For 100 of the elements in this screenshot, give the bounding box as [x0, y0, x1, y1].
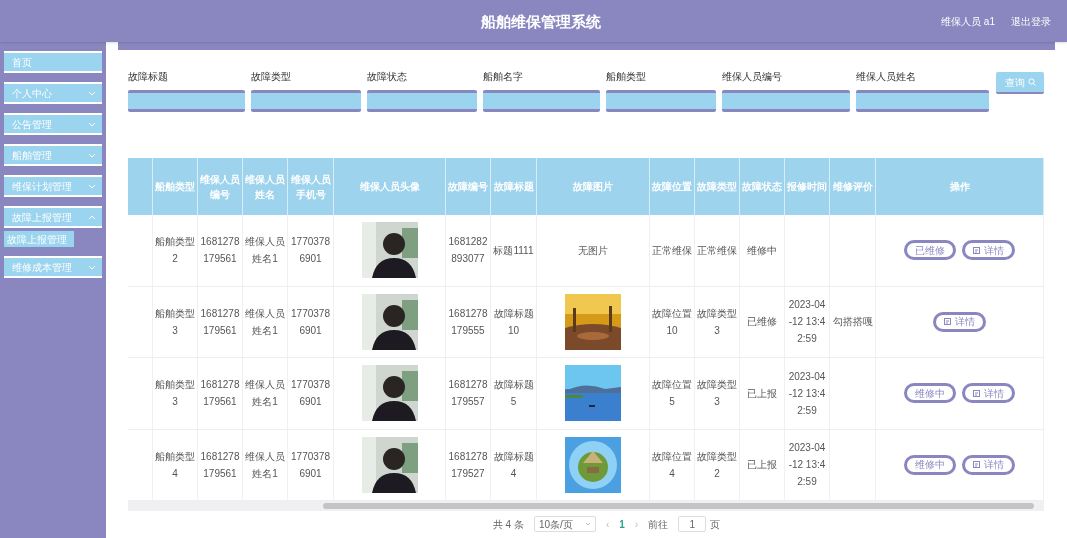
table-cell-text: 2023-04-12 13:42:59	[787, 441, 827, 490]
logout-link[interactable]: 退出登录	[1011, 13, 1051, 29]
prev-page-button[interactable]: ‹	[605, 516, 610, 532]
table-cell-text: 2023-04-12 13:42:59	[787, 369, 827, 418]
chevron-icon	[88, 152, 96, 158]
sidebar-item[interactable]: 个人中心	[4, 82, 102, 104]
table-cell-text: 已上报	[747, 386, 777, 401]
table-cell-text: 1681278179561	[200, 449, 240, 481]
document-icon	[944, 318, 951, 326]
page-input[interactable]: 1	[678, 516, 707, 532]
chevron-icon	[88, 183, 96, 189]
column-header: 故障位置	[652, 180, 692, 194]
field-label: 维保人员姓名	[856, 70, 917, 84]
table-cell-text: 无图片	[578, 243, 608, 258]
table-cell-text: 维保人员姓名1	[245, 449, 285, 481]
table-cell-text: 故障位置10	[652, 306, 692, 338]
table-cell-text: 船舶类型2	[155, 235, 195, 267]
status-button[interactable]: 维修中	[904, 454, 956, 475]
chevron-icon	[584, 522, 591, 526]
table-cell-text: 已维修	[747, 315, 777, 330]
search-button[interactable]: 查询	[996, 72, 1044, 94]
table-cell-text: 17703786901	[290, 306, 331, 338]
page-number[interactable]: 1	[619, 516, 625, 532]
input-field[interactable]	[128, 90, 245, 112]
column-header: 故障编号	[448, 180, 488, 194]
page-size-select[interactable]: 10条/页	[533, 516, 596, 532]
column-header: 故障图片	[573, 180, 613, 194]
column-header: 操作	[949, 180, 970, 194]
column-header: 维保人员头像	[359, 180, 420, 194]
table-cell-text: 维保人员姓名1	[245, 235, 285, 267]
search-icon	[1027, 78, 1036, 86]
table-cell-text: 维保人员姓名1	[245, 378, 285, 410]
table-cell-text: 正常维保	[652, 243, 692, 258]
chevron-icon	[88, 90, 96, 96]
table-cell-text: 2023-04-12 13:42:59	[787, 298, 827, 347]
input-field[interactable]	[606, 90, 716, 112]
field-label: 船舶名字	[483, 70, 524, 84]
sidebar-item[interactable]: 船舶管理	[4, 144, 102, 166]
document-icon	[973, 389, 980, 397]
next-page-button[interactable]: ›	[634, 516, 639, 532]
table-cell-text: 1681278179555	[448, 306, 488, 338]
sidebar-item[interactable]: 公告管理	[4, 113, 102, 135]
table-cell-text: 故障位置5	[652, 378, 692, 410]
table-cell-text: 船舶类型3	[155, 306, 195, 338]
status-button[interactable]: 维修中	[904, 383, 956, 404]
column-header: 船舶类型	[155, 180, 195, 194]
table-cell-text: 已上报	[747, 458, 777, 473]
table-cell-text: 维保人员姓名1	[245, 306, 285, 338]
input-field[interactable]	[251, 90, 361, 112]
column-header: 维保人员手机号	[290, 172, 331, 202]
sidebar-item[interactable]: 维保计划管理	[4, 175, 102, 197]
detail-button[interactable]: 详情	[962, 240, 1015, 261]
submenu-item[interactable]: 故障上报管理	[4, 231, 74, 247]
table-cell-text: 17703786901	[290, 378, 331, 410]
table-cell-text: 1681282893077	[448, 235, 488, 267]
table-cell-text: 故障标题10	[493, 306, 534, 338]
table-cell-text: 1681278179561	[200, 235, 240, 267]
table-cell-text: 故障位置4	[652, 449, 692, 481]
table-cell-text: 1681278179561	[200, 306, 240, 338]
detail-button[interactable]: 详情	[962, 383, 1015, 404]
chevron-icon	[88, 264, 96, 270]
table-cell-text: 17703786901	[290, 449, 331, 481]
user-name: 维保人员 a1	[941, 14, 995, 29]
table-cell-text: 标题1111	[493, 243, 534, 258]
column-header: 报修时间	[787, 180, 827, 194]
table-cell-text: 故障类型3	[697, 306, 737, 338]
column-header: 维保人员姓名	[245, 172, 285, 202]
table-cell-text: 故障标题4	[493, 449, 534, 481]
sidebar-item[interactable]: 维修成本管理	[4, 256, 102, 278]
table-cell-text: 勾搭搭嘎	[832, 315, 873, 330]
app-title: 船舶维保管理系统	[481, 12, 601, 32]
sidebar-item[interactable]: 故障上报管理	[4, 206, 102, 228]
field-label: 故障类型	[251, 70, 292, 84]
sidebar-item[interactable]: 首页	[4, 51, 102, 73]
status-button[interactable]: 已维修	[904, 240, 956, 261]
field-label: 故障标题	[128, 70, 169, 84]
total-count: 共 4 条	[492, 517, 524, 532]
scrollbar[interactable]	[128, 501, 1044, 511]
detail-button[interactable]: 详情	[933, 311, 986, 332]
input-field[interactable]	[483, 90, 600, 112]
document-icon	[973, 461, 980, 469]
input-field[interactable]	[367, 90, 477, 112]
detail-button[interactable]: 详情	[962, 454, 1015, 475]
input-field[interactable]	[856, 90, 989, 112]
column-header: 故障状态	[742, 180, 782, 194]
column-header: 故障类型	[697, 180, 737, 194]
page-unit: 页	[710, 517, 721, 532]
goto-label: 前往	[648, 517, 669, 532]
table-cell-text: 故障类型2	[697, 449, 737, 481]
column-header: 维保人员编号	[200, 172, 240, 202]
table-cell-text: 船舶类型4	[155, 449, 195, 481]
field-label: 故障状态	[367, 70, 408, 84]
document-icon	[973, 246, 980, 254]
table-cell-text: 船舶类型3	[155, 378, 195, 410]
table-cell-text: 正常维保	[697, 243, 737, 258]
chevron-icon	[88, 214, 96, 220]
input-field[interactable]	[722, 90, 850, 112]
column-header: 维修评价	[832, 180, 873, 194]
table-cell-text: 1681278179561	[200, 378, 240, 410]
chevron-icon	[88, 121, 96, 127]
